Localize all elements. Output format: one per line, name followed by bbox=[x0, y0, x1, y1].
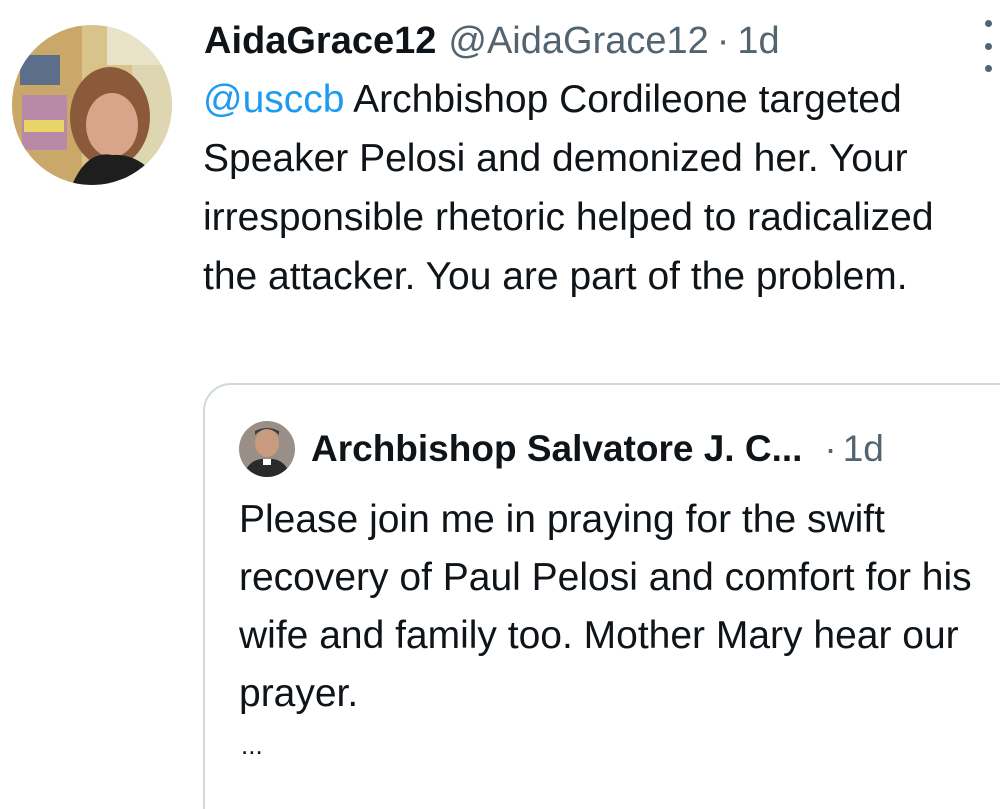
display-name[interactable]: AidaGrace12 bbox=[204, 20, 436, 63]
tweet-header: AidaGrace12 @AidaGrace12 · 1d bbox=[204, 14, 780, 68]
tweet-text: @usccb Archbishop Cordileone targeted Sp… bbox=[203, 70, 998, 306]
mention-link[interactable]: @usccb bbox=[203, 78, 344, 121]
separator-dot: · bbox=[716, 19, 730, 62]
quoted-tweet-text: Please join me in praying for the swift … bbox=[239, 498, 972, 715]
quoted-avatar[interactable] bbox=[239, 421, 295, 477]
user-handle[interactable]: @AidaGrace12 bbox=[448, 20, 708, 63]
avatar[interactable] bbox=[12, 25, 172, 185]
timestamp[interactable]: 1d bbox=[737, 20, 779, 63]
quoted-separator-dot: · bbox=[824, 428, 837, 469]
quoted-display-name[interactable]: Archbishop Salvatore J. C... bbox=[311, 428, 802, 470]
quoted-tweet[interactable]: Archbishop Salvatore J. C... · 1d Please… bbox=[203, 383, 1000, 809]
quoted-truncation-ellipsis: ... bbox=[241, 730, 263, 760]
tweet[interactable]: AidaGrace12 @AidaGrace12 · 1d @usccb Arc… bbox=[0, 0, 1000, 809]
quoted-timestamp[interactable]: 1d bbox=[843, 428, 884, 470]
vertical-ellipsis-icon[interactable] bbox=[979, 20, 997, 72]
quoted-tweet-header: Archbishop Salvatore J. C... · 1d bbox=[239, 421, 884, 477]
